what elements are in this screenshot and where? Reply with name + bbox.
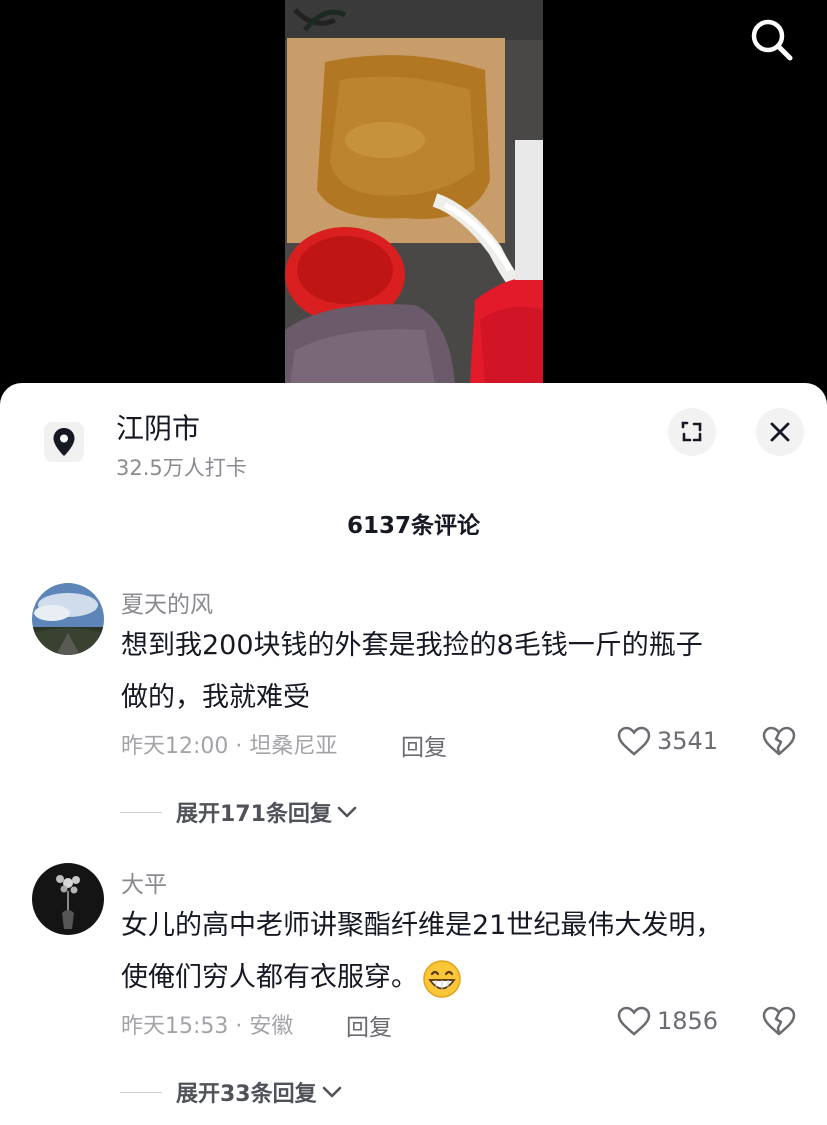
comment-text: 女儿的高中老师讲聚酯纤维是21世纪最伟大发明， 使俺们穷人都有衣服穿。 [121, 900, 801, 1004]
avatar[interactable] [32, 583, 104, 655]
close-icon [770, 422, 790, 442]
expand-icon [681, 421, 702, 442]
grin-emoji-icon [423, 959, 461, 998]
expand-replies-button[interactable]: 展开33条回复 [120, 1076, 343, 1108]
expand-button[interactable] [668, 408, 716, 456]
comment-count-title: 6137条评论 [346, 513, 480, 539]
chevron-down-icon [322, 1086, 341, 1098]
broken-heart-icon [762, 1006, 796, 1036]
expand-replies-label: 展开171条回复 [176, 802, 332, 827]
search-button[interactable] [748, 16, 796, 64]
comment-text-line: 使俺们穷人都有衣服穿。 [121, 962, 418, 993]
chevron-down-icon [337, 806, 357, 818]
location-checkins: 32.5万人打卡 [116, 456, 247, 480]
expand-divider-line [120, 1091, 162, 1093]
comment-text-line: 做的，我就难受 [121, 682, 310, 713]
expand-replies-button[interactable]: 展开171条回复 [120, 796, 358, 828]
like-button[interactable]: 3541 [617, 726, 718, 756]
reply-button[interactable]: 回复 [401, 728, 447, 762]
like-count: 3541 [657, 727, 719, 755]
comment-username[interactable]: 大平 [121, 865, 167, 899]
expand-replies-label: 展开33条回复 [176, 1082, 317, 1107]
comment-meta: 昨天12:00 · 坦桑尼亚 [121, 734, 338, 759]
search-icon [751, 19, 793, 61]
comment-text-line-with-emoji: 使俺们穷人都有衣服穿。 [121, 952, 801, 1004]
like-count: 1856 [657, 1007, 719, 1035]
heart-icon [617, 1006, 651, 1036]
location-pin-icon [53, 428, 75, 456]
reply-button[interactable]: 回复 [346, 1008, 392, 1042]
dislike-button[interactable] [762, 726, 796, 760]
location-name[interactable]: 江阴市 [116, 407, 200, 447]
comment-text-line: 想到我200块钱的外套是我捡的8毛钱一斤的瓶子 [121, 630, 703, 661]
heart-icon [617, 726, 651, 756]
avatar[interactable] [32, 863, 104, 935]
video-thumbnail-image [285, 0, 543, 384]
avatar-image [32, 863, 104, 935]
comment-text: 想到我200块钱的外套是我捡的8毛钱一斤的瓶子 做的，我就难受 [121, 620, 801, 724]
dislike-button[interactable] [762, 1006, 796, 1040]
video-player[interactable] [0, 0, 827, 400]
comment-text-line: 女儿的高中老师讲聚酯纤维是21世纪最伟大发明， [121, 910, 723, 941]
comment-meta: 昨天15:53 · 安徽 [121, 1014, 294, 1039]
close-button[interactable] [756, 408, 804, 456]
expand-divider-line [120, 811, 162, 813]
comment-username[interactable]: 夏天的风 [121, 585, 213, 619]
video-frame[interactable] [285, 0, 543, 384]
like-button[interactable]: 1856 [617, 1006, 718, 1036]
broken-heart-icon [762, 726, 796, 756]
avatar-image [32, 583, 104, 655]
location-icon-box[interactable] [44, 422, 84, 462]
